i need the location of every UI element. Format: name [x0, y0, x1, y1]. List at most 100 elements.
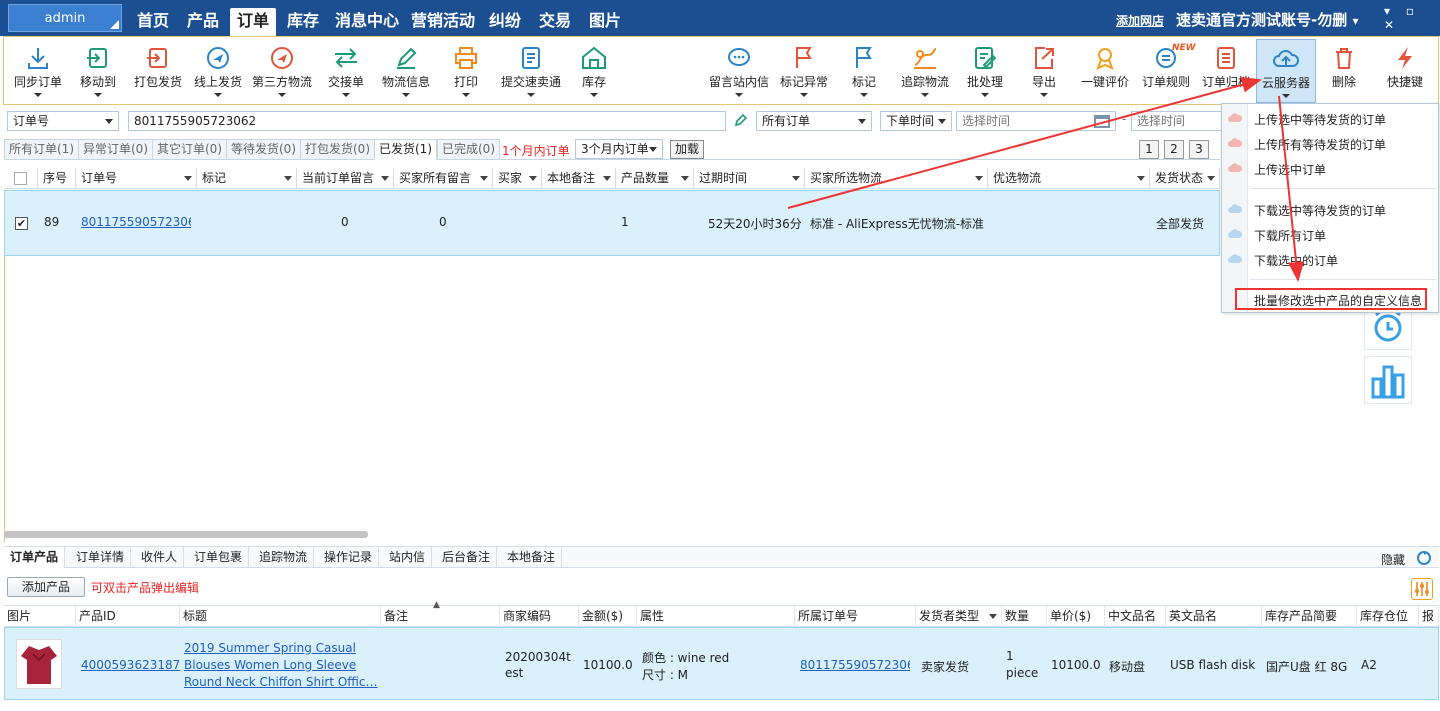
col-ship-status[interactable]: 发货状态 — [1150, 168, 1220, 189]
cloud-server-button[interactable]: 云服务器 — [1256, 39, 1316, 103]
pcol-cn-name[interactable]: 中文品名 — [1105, 606, 1166, 627]
pcol-image[interactable]: 图片 — [4, 606, 76, 627]
pcol-stock-brief[interactable]: 库存产品简要 — [1262, 606, 1357, 627]
product-row[interactable]: 4000593623187 2019 Summer Spring Casual … — [4, 627, 1439, 700]
nav-tab-products[interactable]: 产品 — [182, 8, 224, 36]
pcol-attributes[interactable]: 属性 — [637, 606, 795, 627]
tab-order-products[interactable]: 订单产品 — [4, 547, 66, 568]
edit-pencil-icon[interactable] — [734, 113, 748, 130]
product-thumbnail[interactable] — [16, 639, 62, 689]
stats-widget[interactable] — [1364, 356, 1412, 404]
nav-tab-orders[interactable]: 订单 — [230, 8, 276, 36]
shortcut-button[interactable]: 快捷键 — [1382, 39, 1428, 103]
batch-process-button[interactable]: 批处理 — [962, 39, 1008, 103]
pcol-amount[interactable]: 金额($) — [579, 606, 637, 627]
menu-item-download-all[interactable]: 下载所有订单 — [1254, 227, 1326, 244]
page-2-button[interactable]: 2 — [1164, 140, 1184, 159]
one-click-review-button[interactable]: 一键评价 — [1076, 39, 1134, 103]
pcol-title[interactable]: 标题 — [180, 606, 381, 627]
tab-backend-notes[interactable]: 后台备注 — [436, 547, 498, 568]
tab-other-orders[interactable]: 其它订单(0) — [152, 139, 227, 160]
add-product-button[interactable]: 添加产品 — [7, 577, 85, 597]
refresh-icon[interactable] — [1416, 550, 1432, 566]
tab-site-messages[interactable]: 站内信 — [383, 547, 433, 568]
tab-track-logistics[interactable]: 追踪物流 — [253, 547, 315, 568]
calendar-icon[interactable] — [1092, 112, 1112, 130]
tab-shipped[interactable]: 已发货(1) — [374, 139, 437, 160]
time-field-select[interactable]: 下单时间 — [880, 111, 952, 131]
row-order-no-link[interactable]: 8011755905723062 — [81, 215, 191, 229]
track-logistics-button[interactable]: 追踪物流 — [894, 39, 956, 103]
column-settings-button[interactable] — [1411, 578, 1433, 600]
col-current-message[interactable]: 当前订单留言 — [297, 168, 394, 189]
nav-tab-messages[interactable]: 消息中心 — [330, 8, 404, 36]
search-input[interactable]: 8011755905723062 — [128, 111, 726, 131]
tab-awaiting-shipment[interactable]: 等待发货(0) — [226, 139, 301, 160]
nav-tab-inventory[interactable]: 库存 — [282, 8, 324, 36]
nav-tab-disputes[interactable]: 纠纷 — [484, 8, 526, 36]
select-all-checkbox[interactable] — [14, 172, 27, 185]
col-buyer-logistics[interactable]: 买家所选物流 — [805, 168, 988, 189]
page-1-button[interactable]: 1 — [1139, 140, 1159, 159]
nav-tab-marketing[interactable]: 营销活动 — [406, 8, 480, 36]
col-all-messages[interactable]: 买家所有留言 — [394, 168, 493, 189]
pcol-merchant-code[interactable]: 商家编码 — [500, 606, 579, 627]
move-to-button[interactable]: 移动到 — [74, 39, 122, 103]
order-filter-select[interactable]: 所有订单 — [756, 111, 872, 131]
row-checkbox[interactable]: ✔ — [15, 217, 28, 230]
product-id-link[interactable]: 4000593623187 — [81, 658, 180, 672]
pcol-shipper-type[interactable]: 发货者类型 — [916, 606, 1002, 627]
submit-aliexpress-button[interactable]: 提交速卖通 — [498, 39, 564, 103]
menu-item-download-selected[interactable]: 下载选中的订单 — [1254, 252, 1338, 269]
order-archive-button[interactable]: 订单归档 — [1198, 39, 1254, 103]
col-preferred-logistics[interactable]: 优选物流 — [988, 168, 1150, 189]
third-party-logistics-button[interactable]: 第三方物流 — [248, 39, 316, 103]
mark-abnormal-button[interactable]: 标记异常 — [776, 39, 832, 103]
mark-button[interactable]: 标记 — [846, 39, 882, 103]
page-3-button[interactable]: 3 — [1189, 140, 1209, 159]
pcol-note[interactable]: 备注 — [381, 606, 500, 627]
message-button[interactable]: 留言站内信 — [706, 39, 772, 103]
sync-orders-button[interactable]: 同步订单 — [8, 39, 68, 103]
logistics-info-button[interactable]: 物流信息 — [376, 39, 436, 103]
handover-button[interactable]: 交接单 — [322, 39, 370, 103]
product-order-no-link[interactable]: 8011755905723062 — [800, 658, 910, 672]
col-expire-time[interactable]: 过期时间 — [694, 168, 805, 189]
window-buttons[interactable]: ▾ ▫ ✕ — [1384, 4, 1440, 32]
delete-button[interactable]: 删除 — [1324, 39, 1364, 103]
product-title-line-1[interactable]: 2019 Summer Spring Casual — [184, 641, 356, 655]
end-time-input[interactable]: 选择时间 — [1131, 111, 1223, 131]
tab-all-orders[interactable]: 所有订单(1) — [4, 139, 79, 160]
product-title-line-3[interactable]: Round Neck Chiffon Shirt Offic… — [184, 675, 378, 689]
pcol-unit-price[interactable]: 单价($) — [1047, 606, 1105, 627]
user-button[interactable]: admin — [8, 4, 122, 32]
nav-tab-images[interactable]: 图片 — [584, 8, 626, 36]
col-order-no[interactable]: 订单号 — [76, 168, 197, 189]
menu-item-upload-selected-pending[interactable]: 上传选中等待发货的订单 — [1254, 111, 1386, 128]
pcol-order-no[interactable]: 所属订单号 — [795, 606, 916, 627]
menu-item-upload-selected[interactable]: 上传选中订单 — [1254, 161, 1326, 178]
hide-panel-link[interactable]: 隐藏 — [1381, 551, 1405, 568]
export-button[interactable]: 导出 — [1026, 39, 1062, 103]
tab-packed[interactable]: 打包发货(0) — [300, 139, 375, 160]
nav-tab-trades[interactable]: 交易 — [534, 8, 576, 36]
col-local-note[interactable]: 本地备注 — [542, 168, 616, 189]
tab-completed[interactable]: 已完成(0) — [437, 139, 500, 160]
month-range-select[interactable]: 3个月内订单 — [575, 139, 663, 159]
col-mark[interactable]: 标记 — [197, 168, 297, 189]
tab-operation-log[interactable]: 操作记录 — [318, 547, 380, 568]
online-ship-button[interactable]: 线上发货 — [190, 39, 246, 103]
pcol-product-id[interactable]: 产品ID — [76, 606, 180, 627]
col-product-qty[interactable]: 产品数量 — [616, 168, 694, 189]
load-button[interactable]: 加载 — [670, 140, 704, 159]
product-title-line-2[interactable]: Blouses Women Long Sleeve — [184, 658, 356, 672]
table-row[interactable]: ✔ 89 8011755905723062 0 0 1 52天20小时36分 标… — [4, 190, 1220, 256]
pack-ship-button[interactable]: 打包发货 — [130, 39, 186, 103]
account-selector[interactable]: 速卖通官方测试账号-勿删 ▾ — [1176, 9, 1359, 30]
search-field-select[interactable]: 订单号 — [7, 111, 119, 131]
menu-item-upload-all-pending[interactable]: 上传所有等待发货的订单 — [1254, 136, 1386, 153]
inventory-button[interactable]: 库存 — [576, 39, 612, 103]
col-buyer[interactable]: 买家 — [493, 168, 542, 189]
col-seq[interactable]: 序号 — [38, 168, 76, 189]
horizontal-scrollbar[interactable] — [4, 531, 368, 538]
